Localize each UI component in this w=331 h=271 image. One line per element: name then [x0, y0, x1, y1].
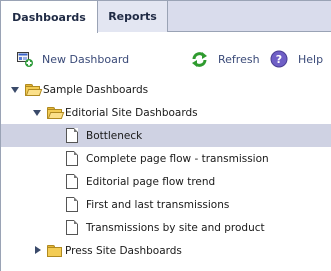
dashboard-panel: Dashboards Reports New Dashboard Refresh… [0, 0, 331, 271]
tree-folder-label: Press Site Dashboards [65, 244, 182, 257]
tab-dashboards[interactable]: Dashboards [1, 1, 98, 33]
refresh-icon [191, 51, 208, 68]
refresh-label: Refresh [218, 52, 260, 66]
toolbar: New Dashboard Refresh ? Help [1, 45, 331, 73]
tree-folder-editorial-site-dashboards[interactable]: Editorial Site Dashboards [1, 101, 331, 124]
tree-folder-label: Sample Dashboards [43, 83, 149, 96]
tree-item-bottleneck[interactable]: Bottleneck [1, 124, 331, 147]
tree-item-transmissions-by-site[interactable]: Transmissions by site and product [1, 216, 331, 239]
document-icon [66, 174, 78, 189]
tree-item-label: Transmissions by site and product [86, 221, 265, 234]
folder-open-icon [47, 106, 65, 119]
document-icon [66, 151, 78, 166]
folder-open-icon [25, 83, 43, 96]
document-icon [66, 220, 78, 235]
svg-text:?: ? [276, 53, 282, 66]
tree-item-label: Bottleneck [86, 129, 143, 142]
expand-arrow-icon[interactable] [33, 110, 41, 116]
tab-dashboards-label: Dashboards [12, 10, 86, 24]
refresh-button[interactable]: Refresh [191, 45, 260, 73]
tab-bar: Dashboards Reports [1, 1, 331, 33]
tree-item-label: Editorial page flow trend [86, 175, 216, 188]
new-dashboard-button[interactable]: New Dashboard [17, 45, 129, 73]
tree-folder-sample-dashboards[interactable]: Sample Dashboards [1, 78, 331, 101]
tree-item-first-and-last-transmissions[interactable]: First and last transmissions [1, 193, 331, 216]
folder-closed-icon [47, 244, 63, 257]
collapse-arrow-icon[interactable] [35, 246, 41, 254]
document-icon [66, 128, 78, 143]
new-dashboard-label: New Dashboard [42, 52, 130, 66]
tree-item-editorial-page-flow-trend[interactable]: Editorial page flow trend [1, 170, 331, 193]
tab-reports[interactable]: Reports [98, 1, 168, 32]
tree-folder-press-site-dashboards[interactable]: Press Site Dashboards [1, 239, 331, 262]
tree-item-label: Complete page flow - transmission [86, 152, 269, 165]
expand-arrow-icon[interactable] [11, 87, 19, 93]
new-dashboard-icon [17, 51, 33, 67]
tree-item-label: First and last transmissions [86, 198, 230, 211]
help-icon: ? [270, 50, 288, 68]
tree-folder-label: Editorial Site Dashboards [65, 106, 198, 119]
document-icon [66, 197, 78, 212]
help-button[interactable]: ? Help [270, 45, 323, 73]
help-label: Help [298, 52, 324, 66]
tree-item-complete-page-flow[interactable]: Complete page flow - transmission [1, 147, 331, 170]
tab-reports-label: Reports [108, 10, 157, 23]
